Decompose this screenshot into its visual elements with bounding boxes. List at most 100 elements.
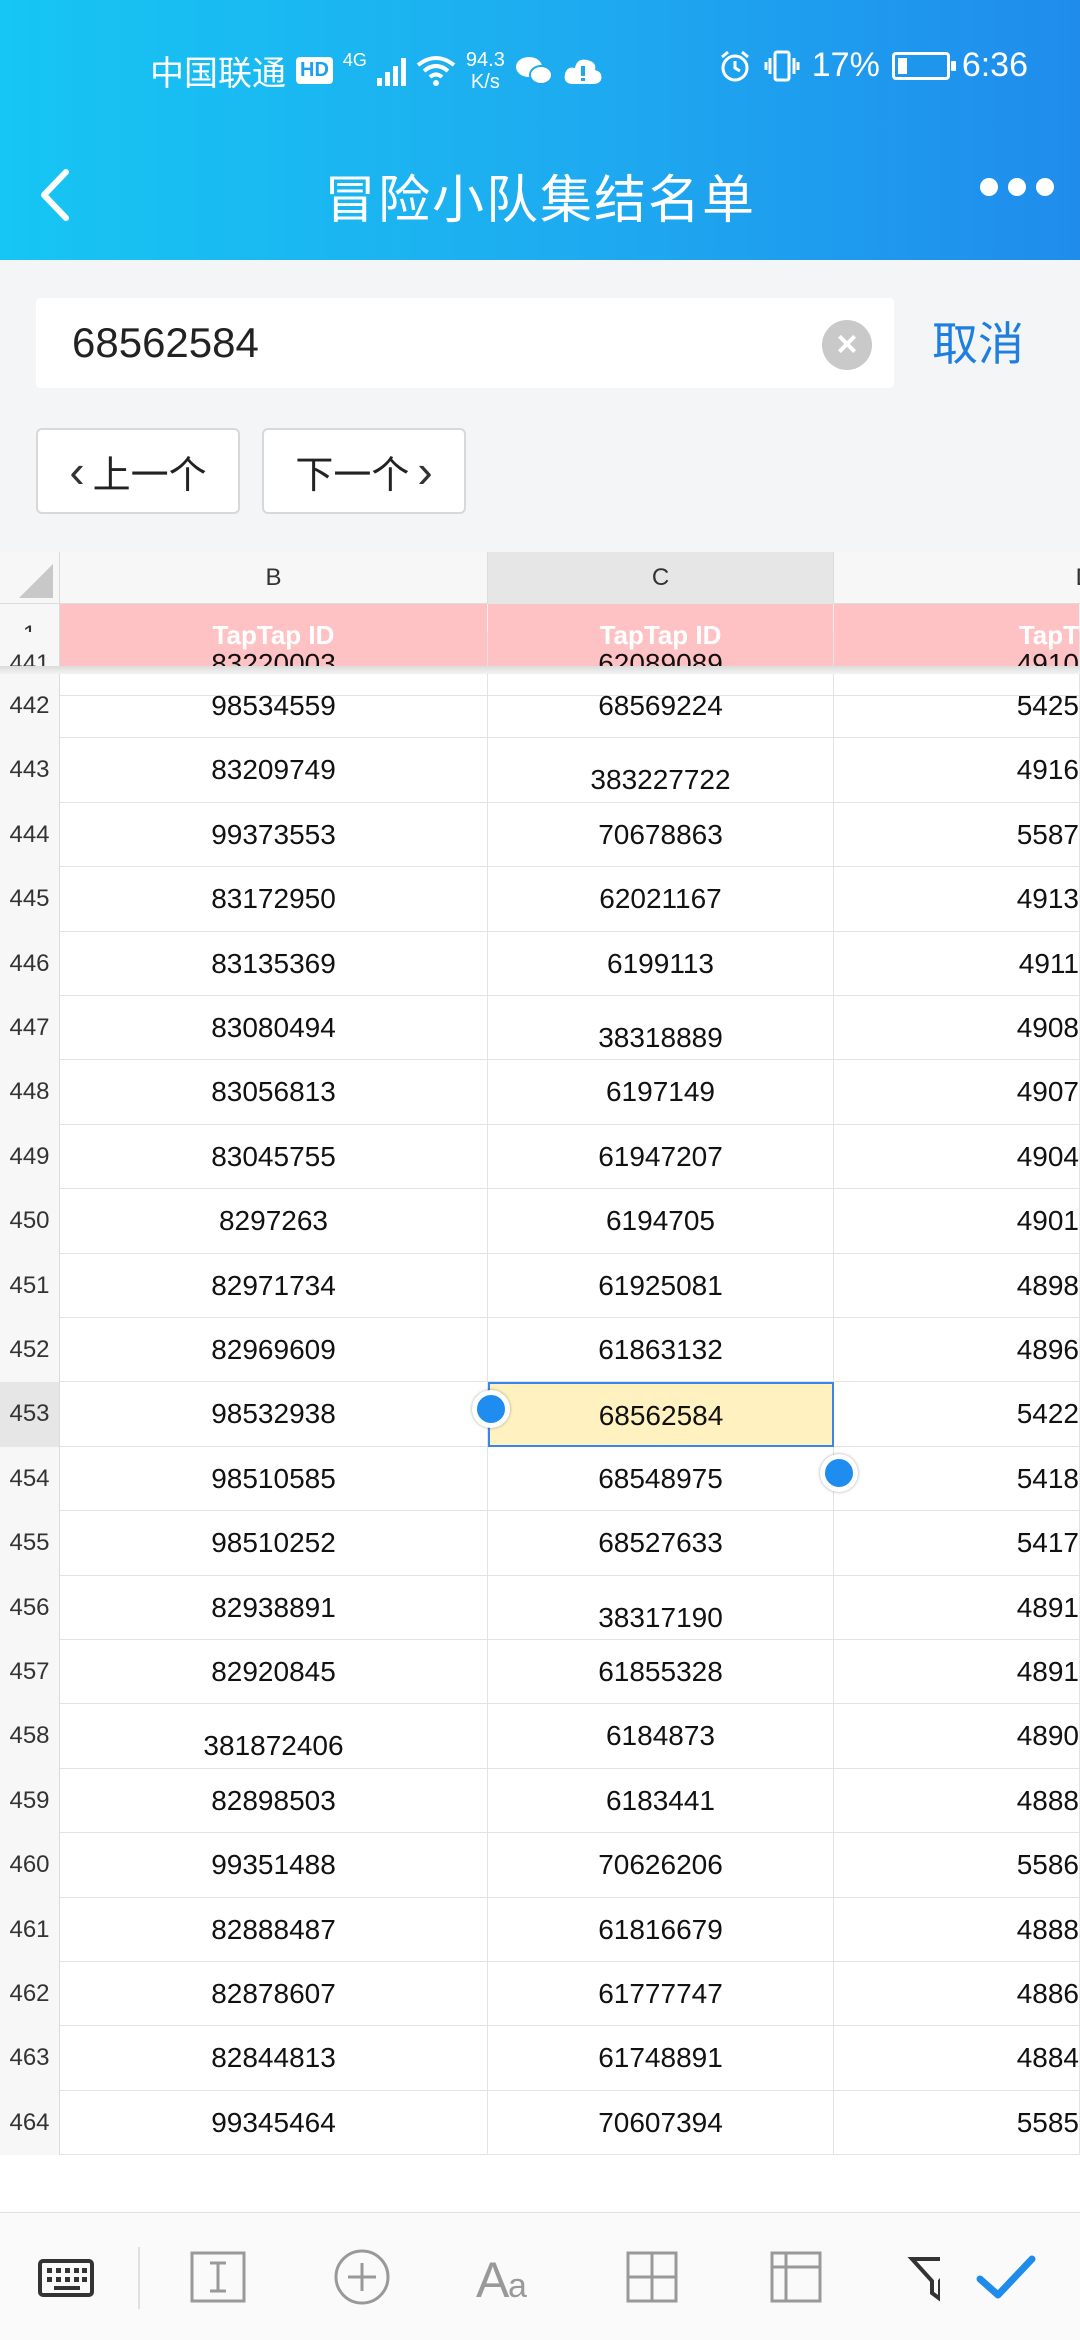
cell-c[interactable]: 6184873: [488, 1704, 834, 1769]
filter-icon[interactable]: [900, 2241, 940, 2313]
cell-d[interactable]: 4890: [834, 1704, 1080, 1769]
cell-c[interactable]: 70626206: [488, 1833, 834, 1898]
cell-b[interactable]: 99351488: [60, 1833, 488, 1898]
cell-b[interactable]: 83045755: [60, 1124, 488, 1190]
text-cursor-icon[interactable]: [182, 2241, 254, 2313]
cell-b[interactable]: 82938891: [60, 1575, 488, 1640]
row-number[interactable]: 442: [0, 674, 60, 739]
cell-b[interactable]: 98510585: [60, 1446, 488, 1512]
cell-d[interactable]: 4896: [834, 1318, 1080, 1383]
cell-d[interactable]: 5418: [834, 1446, 1080, 1512]
cell-b[interactable]: 98534559: [60, 674, 488, 739]
cell-d[interactable]: 5586: [834, 1833, 1080, 1898]
next-match-button[interactable]: 下一个 ›: [262, 428, 466, 514]
row-number[interactable]: 453: [0, 1382, 60, 1447]
row-number[interactable]: 449: [0, 1124, 60, 1190]
cell-c[interactable]: 6194705: [488, 1189, 834, 1254]
row-number[interactable]: 451: [0, 1253, 60, 1318]
column-header-b[interactable]: B: [60, 552, 488, 604]
cell-b[interactable]: 82969609: [60, 1318, 488, 1383]
cell-d[interactable]: 4916: [834, 738, 1080, 803]
cell-c[interactable]: 62021167: [488, 867, 834, 932]
row-number[interactable]: 443: [0, 738, 60, 803]
cell-b[interactable]: 381872406: [60, 1704, 488, 1769]
cell-c[interactable]: 38317190: [488, 1575, 834, 1640]
cell-c[interactable]: 70607394: [488, 2090, 834, 2156]
row-number[interactable]: 447: [0, 996, 60, 1061]
cell-c[interactable]: 61947207: [488, 1124, 834, 1190]
cell-c[interactable]: 6199113: [488, 931, 834, 996]
cell-d[interactable]: 4907: [834, 1060, 1080, 1125]
cell-c[interactable]: 61863132: [488, 1318, 834, 1383]
cell-d[interactable]: 4908: [834, 996, 1080, 1061]
cell-c[interactable]: 383227722: [488, 738, 834, 803]
row-number[interactable]: 457: [0, 1640, 60, 1705]
row-number[interactable]: 459: [0, 1768, 60, 1834]
cell-c[interactable]: 68562584: [488, 1382, 834, 1447]
cell-c[interactable]: 61748891: [488, 2026, 834, 2091]
row-number[interactable]: 455: [0, 1511, 60, 1576]
cell-c[interactable]: 61855328: [488, 1640, 834, 1705]
confirm-check-icon[interactable]: [970, 2241, 1042, 2313]
cell-b[interactable]: 83080494: [60, 996, 488, 1061]
cell-d[interactable]: 4891: [834, 1575, 1080, 1640]
clear-search-button[interactable]: ×: [822, 320, 872, 370]
row-number[interactable]: 448: [0, 1060, 60, 1125]
cell-c[interactable]: 68527633: [488, 1511, 834, 1576]
cell-d[interactable]: 4904: [834, 1124, 1080, 1190]
cell-b[interactable]: 99373553: [60, 802, 488, 868]
cell-d[interactable]: 4891: [834, 1640, 1080, 1705]
previous-match-button[interactable]: ‹ 上一个: [36, 428, 240, 514]
cell-d[interactable]: 4911: [834, 931, 1080, 996]
cell-d[interactable]: 4901: [834, 1189, 1080, 1254]
cell-d[interactable]: 5425: [834, 674, 1080, 739]
cell-b[interactable]: 82898503: [60, 1768, 488, 1834]
search-input[interactable]: [72, 298, 832, 388]
spreadsheet[interactable]: B C D 1 TapTap ID TapTap ID TapT 4418322…: [0, 552, 1080, 2212]
cell-b[interactable]: 82844813: [60, 2026, 488, 2091]
row-number[interactable]: 460: [0, 1833, 60, 1898]
cell-d[interactable]: 4888: [834, 1768, 1080, 1834]
row-number[interactable]: 458: [0, 1704, 60, 1769]
cell-d[interactable]: 5587: [834, 802, 1080, 868]
selection-handle-start[interactable]: [472, 1390, 510, 1428]
cell-b[interactable]: 82878607: [60, 1962, 488, 2027]
cell-c[interactable]: 61777747: [488, 1962, 834, 2027]
cell-c[interactable]: 70678863: [488, 802, 834, 868]
row-number[interactable]: 450: [0, 1189, 60, 1254]
font-format-icon[interactable]: A a: [470, 2241, 542, 2313]
cell-d[interactable]: 5585: [834, 2090, 1080, 2156]
select-all-corner[interactable]: [0, 552, 60, 604]
column-header-c[interactable]: C: [488, 552, 834, 604]
keyboard-icon[interactable]: [30, 2241, 102, 2313]
row-number[interactable]: 462: [0, 1962, 60, 2027]
cell-c[interactable]: 68569224: [488, 674, 834, 739]
cell-b[interactable]: 82920845: [60, 1640, 488, 1705]
row-number[interactable]: 461: [0, 1897, 60, 1962]
cell-c[interactable]: 68548975: [488, 1446, 834, 1512]
row-number[interactable]: 446: [0, 931, 60, 996]
cell-d[interactable]: 4886: [834, 1962, 1080, 2027]
cell-c[interactable]: 61925081: [488, 1253, 834, 1318]
cell-c[interactable]: 6197149: [488, 1060, 834, 1125]
column-header-d[interactable]: D: [834, 552, 1080, 604]
cell-b[interactable]: 83209749: [60, 738, 488, 803]
cell-d[interactable]: 5417: [834, 1511, 1080, 1576]
row-number[interactable]: 463: [0, 2026, 60, 2091]
row-number[interactable]: 456: [0, 1575, 60, 1640]
cell-b[interactable]: 83135369: [60, 931, 488, 996]
cell-c[interactable]: 38318889: [488, 996, 834, 1061]
more-options-icon[interactable]: [980, 178, 1054, 196]
cell-b[interactable]: 98532938: [60, 1382, 488, 1447]
cell-b[interactable]: 98510252: [60, 1511, 488, 1576]
row-number[interactable]: 464: [0, 2090, 60, 2156]
row-number[interactable]: 444: [0, 802, 60, 868]
cell-d[interactable]: 4888: [834, 1897, 1080, 1962]
cell-d[interactable]: 5422: [834, 1382, 1080, 1447]
cancel-button[interactable]: 取消: [932, 308, 1024, 374]
cell-border-icon[interactable]: [616, 2241, 688, 2313]
cell-b[interactable]: 83172950: [60, 867, 488, 932]
cell-c[interactable]: 61816679: [488, 1897, 834, 1962]
row-number[interactable]: 452: [0, 1318, 60, 1383]
cell-c[interactable]: 6183441: [488, 1768, 834, 1834]
